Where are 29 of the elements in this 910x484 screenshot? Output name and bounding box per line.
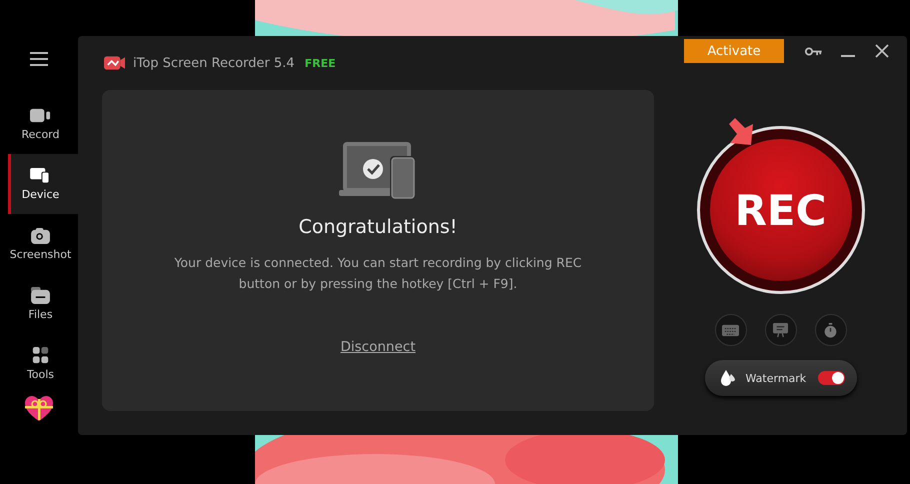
disconnect-link[interactable]: Disconnect: [340, 339, 416, 355]
key-icon[interactable]: [804, 46, 823, 56]
window-title: iTop Screen Recorder 5.4: [133, 56, 295, 70]
presentation-icon[interactable]: [764, 314, 796, 346]
devices-icon: [30, 167, 51, 184]
close-icon[interactable]: [875, 44, 889, 58]
water-drop-icon: [720, 369, 736, 387]
menu-icon[interactable]: [30, 52, 48, 66]
watermark-toggle[interactable]: [818, 371, 844, 385]
video-camera-icon: [30, 107, 51, 124]
heading: Congratulations!: [298, 216, 458, 238]
folder-icon: [30, 287, 51, 304]
keyboard-icon[interactable]: [714, 314, 746, 346]
rec-button[interactable]: REC: [696, 126, 864, 294]
laptop-phone-check-icon: [339, 142, 417, 200]
sidebar-item[interactable]: Files: [8, 274, 78, 334]
timer-icon[interactable]: [814, 314, 846, 346]
camera-icon: [30, 227, 51, 244]
gift-heart-icon[interactable]: [25, 396, 53, 422]
sidebar-item[interactable]: Tools: [8, 334, 78, 394]
grid-icon: [30, 347, 51, 364]
sidebar-item[interactable]: Device: [8, 154, 78, 214]
sidebar-item[interactable]: Screenshot: [8, 214, 78, 274]
sidebar-item[interactable]: Record: [8, 94, 78, 154]
camera-logo-icon: [104, 55, 125, 71]
connection-message: Your device is connected. You can start recording by clicking REC button or by pressing the hotkey [Ctrl + F9].: [173, 254, 583, 293]
watermark-control[interactable]: Watermark: [704, 360, 856, 396]
edition-label: FREE: [304, 56, 336, 70]
watermark-label: Watermark: [746, 372, 808, 384]
